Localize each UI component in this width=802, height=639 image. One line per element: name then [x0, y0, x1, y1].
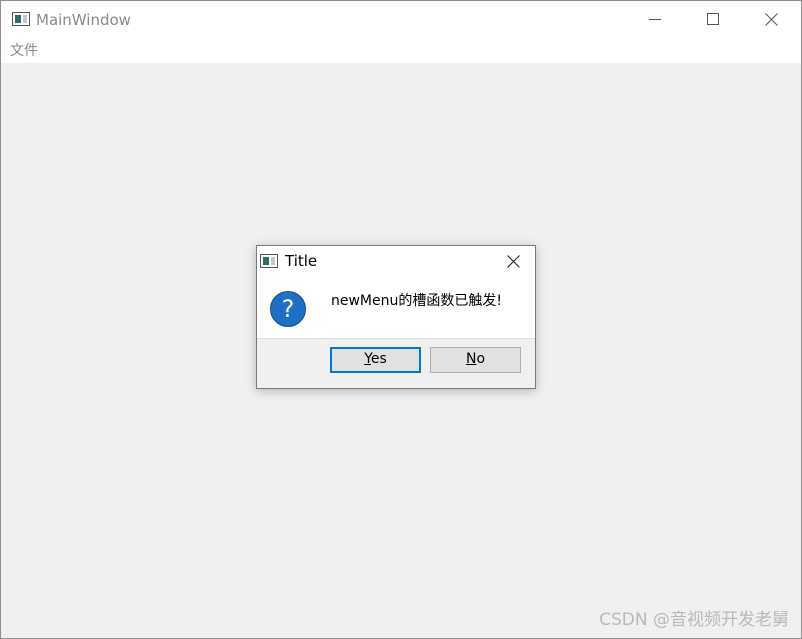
minimize-button[interactable]	[627, 1, 685, 39]
maximize-icon	[707, 13, 719, 25]
dialog-title: Title	[285, 252, 318, 270]
menu-bar: 文件	[1, 39, 801, 63]
dialog-message: newMenu的槽函数已触发!	[331, 293, 502, 309]
yes-button-label-rest: es	[370, 351, 387, 367]
yes-button-mnemonic: Y	[364, 351, 371, 367]
yes-button[interactable]: Yes	[330, 347, 421, 373]
window-icon	[12, 12, 30, 26]
menu-item-file[interactable]: 文件	[10, 43, 38, 59]
message-dialog: Title ? newMenu的槽函数已触发! Yes No	[256, 245, 536, 389]
no-button-mnemonic: N	[465, 351, 477, 367]
no-button-label-rest: o	[476, 351, 486, 367]
window-title: MainWindow	[36, 11, 131, 29]
dialog-title-bar[interactable]: Title	[257, 246, 535, 276]
title-bar[interactable]: MainWindow	[1, 1, 801, 39]
minimize-icon	[649, 19, 661, 20]
maximize-button[interactable]	[685, 1, 743, 39]
no-button[interactable]: No	[430, 347, 521, 373]
question-icon: ?	[270, 291, 306, 327]
dialog-body: ? newMenu的槽函数已触发!	[257, 276, 535, 339]
dialog-close-button[interactable]	[501, 250, 527, 274]
window-icon	[260, 254, 278, 268]
close-button[interactable]	[743, 1, 801, 39]
watermark: CSDN @音视频开发老舅	[599, 610, 789, 630]
